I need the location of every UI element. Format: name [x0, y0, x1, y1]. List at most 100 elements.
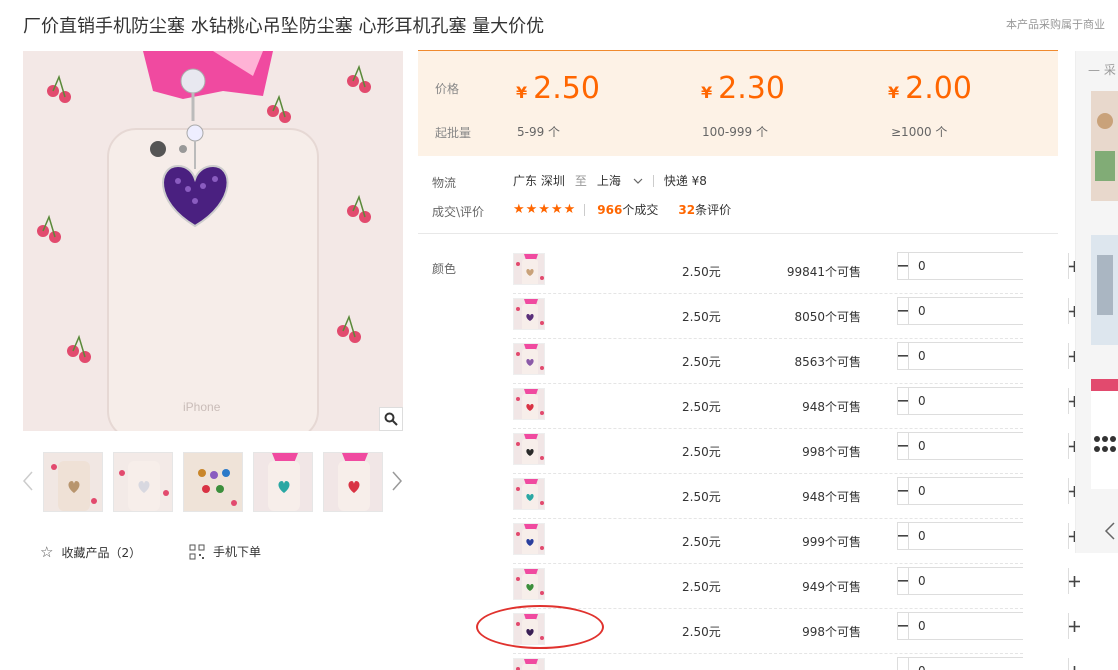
minus-icon	[898, 580, 908, 582]
review-suffix: 条评价	[695, 203, 732, 217]
price-panel: 价格 起批量 ¥2.50 5-99 个 ¥2.30 100-999 个 ¥2.0…	[418, 50, 1058, 156]
qr-code-icon	[189, 544, 205, 559]
sku-row: 2.50元 998个可售	[513, 429, 1080, 474]
price-tier: ¥2.00	[888, 71, 972, 106]
plus-icon	[1069, 575, 1080, 587]
sidebar-heading: — 采	[1088, 63, 1116, 77]
recommended-item[interactable]	[1091, 91, 1118, 201]
decrement-button[interactable]	[898, 478, 909, 504]
quantity-input[interactable]	[909, 568, 1068, 594]
sku-row: 2.50元 948个可售	[513, 474, 1080, 519]
sku-color-thumbnail[interactable]	[513, 343, 545, 375]
thumb-next-arrow-icon[interactable]	[390, 470, 404, 492]
sku-stock: 8050个可售	[794, 310, 861, 324]
sku-color-thumbnail[interactable]	[513, 568, 545, 600]
zoom-button[interactable]	[379, 407, 403, 431]
quantity-stepper	[897, 387, 1080, 415]
logistics-row: 广东 深圳 至 上海 快递 ¥8	[513, 172, 707, 189]
decrement-button[interactable]	[898, 298, 909, 324]
sku-color-thumbnail[interactable]	[513, 478, 545, 510]
main-product-image[interactable]: iPhone	[23, 51, 403, 431]
quantity-input[interactable]	[909, 253, 1068, 279]
sidebar-prev-arrow-icon[interactable]	[1104, 521, 1116, 541]
color-label: 颜色	[432, 262, 457, 276]
recommended-item[interactable]	[1091, 235, 1118, 345]
increment-button[interactable]	[1068, 568, 1080, 594]
quantity-input[interactable]	[909, 478, 1068, 504]
decrement-button[interactable]	[898, 433, 909, 459]
sku-price: 2.50元	[682, 580, 721, 594]
sku-color-thumbnail[interactable]	[513, 658, 545, 670]
minus-icon	[898, 625, 908, 627]
minus-icon	[898, 490, 908, 492]
decrement-button[interactable]	[898, 343, 909, 369]
quantity-stepper	[897, 657, 1080, 670]
price-label: 价格	[435, 82, 460, 96]
decrement-button[interactable]	[898, 523, 909, 549]
thumb-prev-arrow-icon[interactable]	[21, 470, 35, 492]
review-count[interactable]: 32	[678, 203, 695, 217]
sku-price: 2.50元	[682, 625, 721, 639]
quantity-stepper	[897, 477, 1080, 505]
thumbnail[interactable]	[113, 452, 173, 512]
sku-stock: 948个可售	[802, 490, 861, 504]
thumbnail[interactable]	[183, 452, 243, 512]
sku-stock: 949个可售	[802, 580, 861, 594]
star-outline-icon: ☆	[40, 543, 54, 561]
moq-label: 起批量	[435, 126, 472, 140]
thumbnail[interactable]	[253, 452, 313, 512]
sku-row: 2.50元 948个可售	[513, 384, 1080, 429]
increment-button[interactable]	[1068, 613, 1080, 639]
sku-price: 2.50元	[682, 310, 721, 324]
sku-row: 2.50元 99841个可售	[513, 249, 1080, 294]
plus-icon	[1069, 620, 1080, 632]
sku-row: 2.50元 949个可售	[513, 564, 1080, 609]
sku-stock: 99841个可售	[786, 265, 861, 279]
decrement-button[interactable]	[898, 568, 909, 594]
thumbnail[interactable]	[323, 452, 383, 512]
quantity-input[interactable]	[909, 613, 1068, 639]
svg-text:iPhone: iPhone	[183, 400, 221, 414]
favorite-button[interactable]: ☆ 收藏产品（2）	[40, 543, 141, 561]
ship-to-select[interactable]: 上海	[597, 172, 643, 189]
sku-price: 2.50元	[682, 535, 721, 549]
quantity-input[interactable]	[909, 658, 1068, 670]
tier-qty: ≥1000 个	[891, 125, 948, 139]
sku-stock: 998个可售	[802, 445, 861, 459]
recommended-item[interactable]	[1091, 379, 1118, 489]
quantity-stepper	[897, 342, 1080, 370]
quantity-input[interactable]	[909, 523, 1068, 549]
thumbnail[interactable]	[43, 452, 103, 512]
price-value: 2.30	[718, 71, 785, 106]
favorite-label: 收藏产品（2）	[61, 545, 142, 560]
sku-color-thumbnail[interactable]	[513, 433, 545, 465]
deal-count[interactable]: 966	[597, 203, 622, 217]
decrement-button[interactable]	[898, 658, 909, 670]
reviews-row: ★★★★★ 966 个成交 32 条评价	[513, 201, 731, 218]
page-title: 厂价直销手机防尘塞 水钻桃心吊坠防尘塞 心形耳机孔塞 量大价优	[23, 16, 545, 37]
sku-row: 2.50元999个可售	[513, 654, 1080, 670]
tier-qty: 100-999 个	[702, 125, 768, 139]
sku-color-thumbnail[interactable]	[513, 298, 545, 330]
quantity-input[interactable]	[909, 298, 1068, 324]
price-tier: ¥2.50	[516, 71, 600, 106]
mobile-order-button[interactable]: 手机下单	[189, 543, 261, 560]
decrement-button[interactable]	[898, 388, 909, 414]
mobile-order-label: 手机下单	[213, 545, 262, 559]
quantity-stepper	[897, 567, 1080, 595]
increment-button[interactable]	[1068, 658, 1080, 670]
price-value: 2.50	[533, 71, 600, 106]
decrement-button[interactable]	[898, 253, 909, 279]
minus-icon	[898, 400, 908, 402]
minus-icon	[898, 310, 908, 312]
sku-color-thumbnail[interactable]	[513, 523, 545, 555]
quantity-input[interactable]	[909, 433, 1068, 459]
decrement-button[interactable]	[898, 613, 909, 639]
quantity-input[interactable]	[909, 388, 1068, 414]
quantity-input[interactable]	[909, 343, 1068, 369]
price-tier: ¥2.30	[701, 71, 785, 106]
sku-color-thumbnail[interactable]	[513, 253, 545, 285]
sku-price: 2.50元	[682, 265, 721, 279]
sku-color-thumbnail[interactable]	[513, 388, 545, 420]
quantity-stepper	[897, 297, 1080, 325]
